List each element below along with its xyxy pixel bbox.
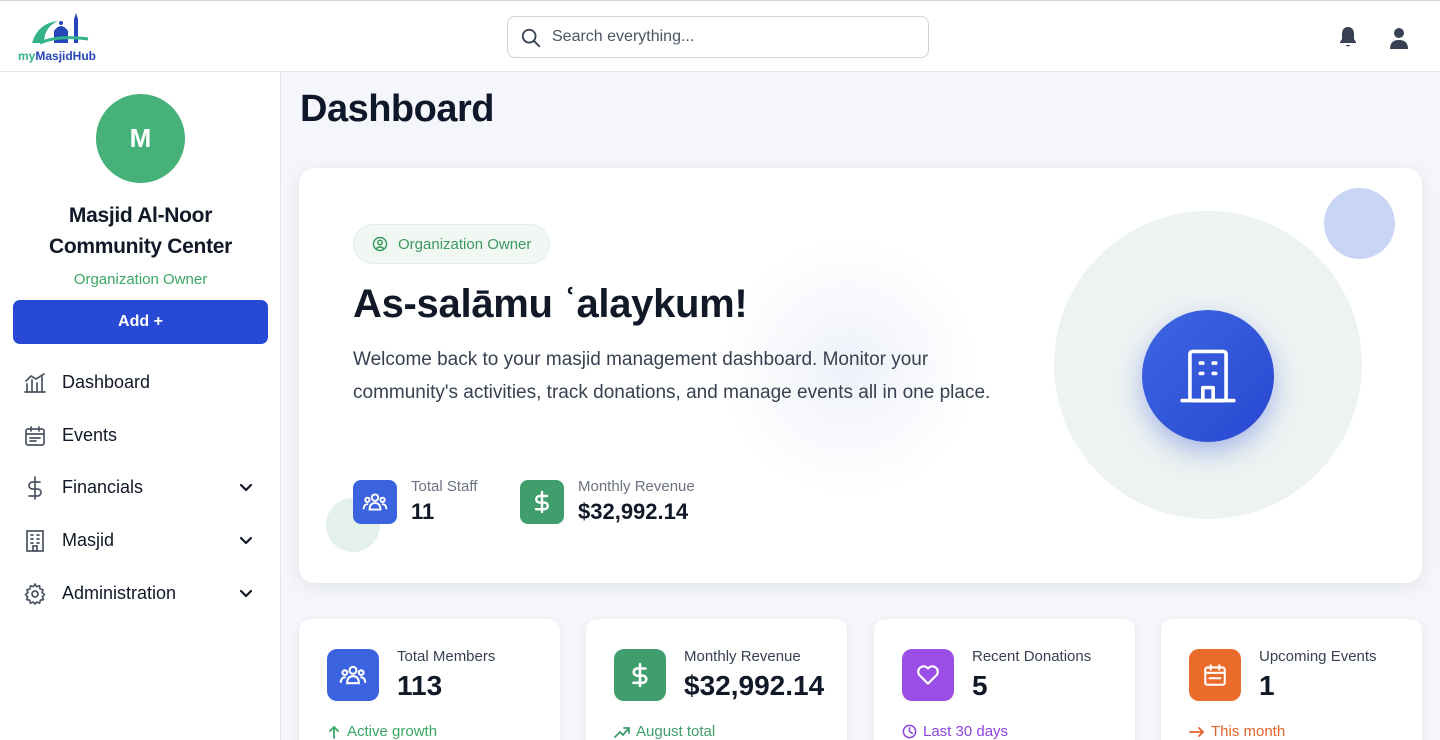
- sidebar-item-events[interactable]: Events: [13, 414, 268, 458]
- chart-icon: [24, 373, 46, 393]
- stat-value: 11: [411, 499, 435, 524]
- card-footer-text: August total: [636, 723, 716, 740]
- card-label: Total Members: [397, 648, 496, 665]
- stat-value: $32,992.14: [578, 499, 689, 524]
- logo[interactable]: myMasjidHub: [18, 9, 108, 65]
- sidebar-item-label: Masjid: [62, 530, 115, 550]
- sidebar-item-dashboard[interactable]: Dashboard: [13, 361, 268, 405]
- card-monthly-revenue[interactable]: Monthly Revenue $32,992.14 August total: [586, 619, 847, 740]
- users-icon: [339, 665, 367, 685]
- sidebar-item-label: Administration: [62, 583, 177, 603]
- sidebar-item-label: Events: [62, 425, 118, 445]
- users-icon: [362, 493, 388, 511]
- card-footer: August total: [614, 723, 715, 740]
- role-badge: Organization Owner: [353, 224, 551, 264]
- stat-total-staff: Total Staff 11: [353, 478, 513, 529]
- stat-icon-box: [520, 480, 564, 524]
- card-value: 113: [397, 670, 443, 701]
- sidebar-item-masjid[interactable]: Masjid: [13, 519, 268, 563]
- welcome-description: Welcome back to your masjid management d…: [353, 349, 991, 403]
- org-name: Masjid Al-Noor Community Center: [20, 200, 261, 262]
- card-icon-box: [1189, 649, 1241, 701]
- org-name-line2: Community Center: [48, 235, 233, 258]
- building-icon: [1180, 349, 1236, 403]
- search-icon: [521, 28, 541, 48]
- decorative-circle: [1324, 188, 1395, 259]
- card-value: $32,992.14: [684, 670, 825, 701]
- search-input[interactable]: [552, 25, 912, 49]
- org-name-line1: Masjid Al-Noor: [68, 204, 213, 227]
- calendar-icon: [1204, 664, 1226, 686]
- calendar-icon: [25, 426, 45, 446]
- org-role: Organization Owner: [73, 271, 208, 288]
- role-badge-label: Organization Owner: [398, 235, 532, 253]
- dollar-icon: [534, 490, 549, 514]
- search-box[interactable]: [507, 16, 929, 58]
- card-label: Upcoming Events: [1259, 648, 1377, 665]
- top-bar: myMasjidHub: [0, 0, 1440, 72]
- heart-icon: [917, 665, 939, 685]
- stat-label: Monthly Revenue: [578, 478, 695, 495]
- dollar-icon: [28, 476, 42, 500]
- mosque-logo-icon: [32, 13, 89, 45]
- bell-icon[interactable]: [1336, 25, 1360, 49]
- card-footer-text: Active growth: [347, 723, 438, 740]
- card-footer-text: Last 30 days: [923, 723, 1009, 740]
- gear-icon: [24, 583, 46, 605]
- card-label: Recent Donations: [972, 648, 1092, 665]
- card-footer: This month: [1189, 723, 1285, 740]
- stat-monthly-revenue: Monthly Revenue $32,992.14: [520, 478, 740, 529]
- stat-icon-box: [353, 480, 397, 524]
- card-icon-box: [902, 649, 954, 701]
- chevron-down-icon[interactable]: [236, 478, 256, 498]
- welcome-card: Organization Owner As-salāmu ʿalaykum! W…: [299, 168, 1422, 583]
- arrow-right-icon: [1189, 726, 1205, 737]
- card-recent-donations[interactable]: Recent Donations 5 Last 30 days: [874, 619, 1135, 740]
- sidebar-item-label: Financials: [62, 477, 144, 497]
- building-icon: [26, 530, 44, 552]
- card-icon-box: [614, 649, 666, 701]
- clock-icon: [902, 724, 917, 739]
- add-button[interactable]: Add +: [13, 300, 268, 344]
- card-value: 5: [972, 670, 988, 701]
- greeting: As-salāmu ʿalaykum!: [353, 282, 748, 326]
- user-circle-icon: [372, 236, 388, 252]
- card-value: 1: [1259, 670, 1275, 701]
- page-title: Dashboard: [300, 88, 494, 130]
- card-upcoming-events[interactable]: Upcoming Events 1 This month: [1161, 619, 1422, 740]
- building-badge: [1142, 310, 1274, 442]
- trending-up-icon: [614, 726, 630, 738]
- card-footer: Active growth: [327, 723, 437, 740]
- stat-label: Total Staff: [411, 478, 478, 495]
- logo-text: myMasjidHub: [18, 49, 97, 63]
- arrow-up-icon: [329, 725, 339, 739]
- sidebar-item-administration[interactable]: Administration: [13, 572, 268, 616]
- sidebar: M Masjid Al-Noor Community Center Organi…: [0, 72, 281, 740]
- card-footer-text: This month: [1211, 723, 1286, 740]
- avatar[interactable]: M: [96, 94, 185, 183]
- sidebar-item-financials[interactable]: Financials: [13, 466, 268, 510]
- dollar-icon: [632, 662, 648, 688]
- card-icon-box: [327, 649, 379, 701]
- chevron-down-icon[interactable]: [236, 584, 256, 604]
- card-footer: Last 30 days: [902, 723, 1008, 740]
- user-icon[interactable]: [1387, 26, 1411, 50]
- card-label: Monthly Revenue: [684, 648, 801, 665]
- sidebar-item-label: Dashboard: [62, 372, 151, 392]
- chevron-down-icon[interactable]: [236, 531, 256, 551]
- card-total-members[interactable]: Total Members 113 Active growth: [299, 619, 560, 740]
